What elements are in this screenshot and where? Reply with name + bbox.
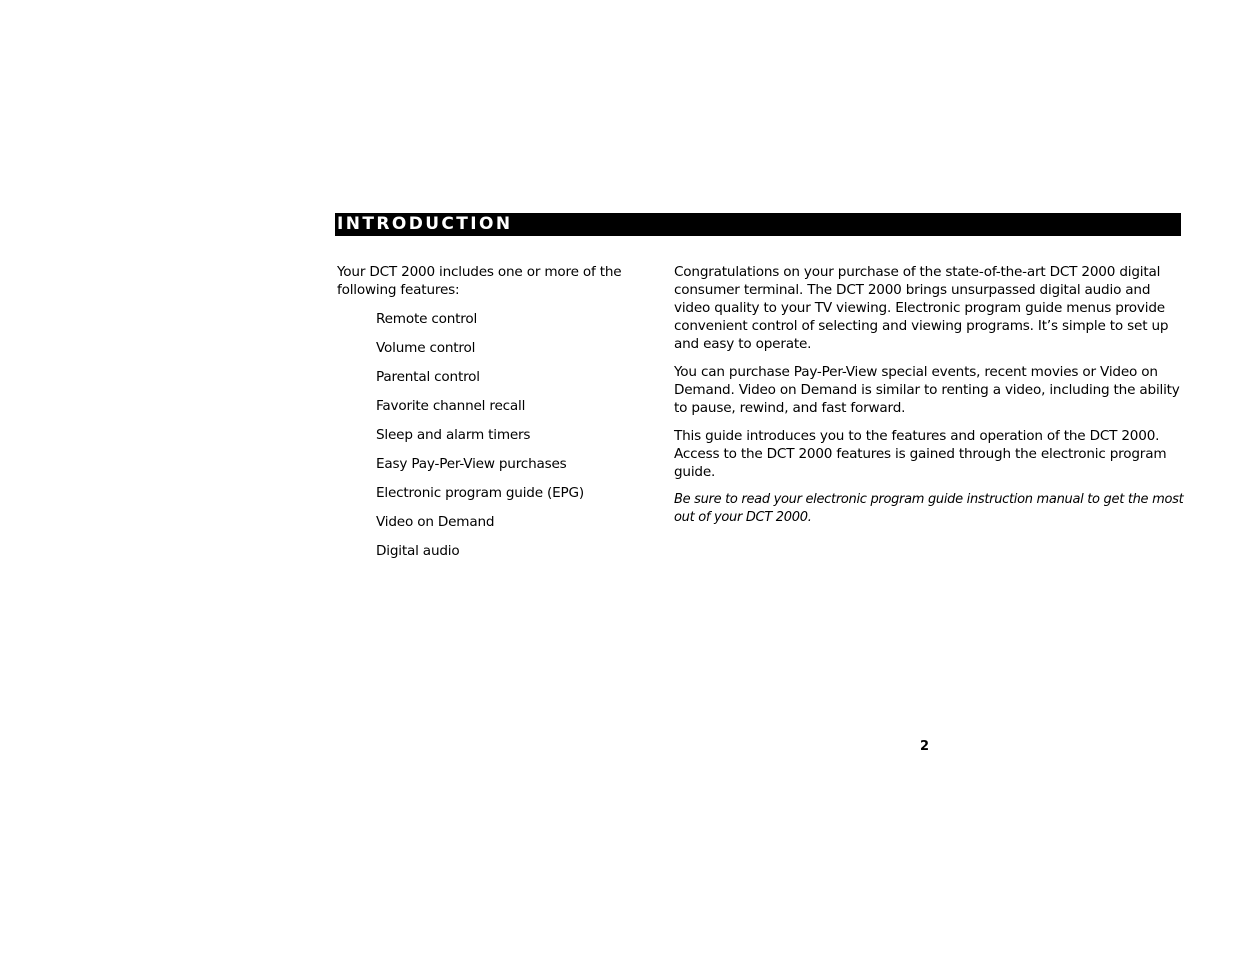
feature-item: Volume control xyxy=(376,340,476,356)
features-column: Your DCT 2000 includes one or more of th… xyxy=(337,263,637,559)
section-title: INTRODUCTION xyxy=(337,214,513,234)
section-header-bar: INTRODUCTION xyxy=(335,213,1181,236)
paragraph-congratulations: Congratulations on your purchase of the … xyxy=(674,264,1169,352)
feature-item: Parental control xyxy=(376,369,480,385)
feature-item: Favorite channel recall xyxy=(376,398,526,414)
reading-note: Be sure to read your electronic program … xyxy=(674,492,1184,525)
feature-item: Electronic program guide (EPG) xyxy=(376,485,584,501)
feature-list: Remote control Volume control Parental c… xyxy=(376,310,584,571)
features-intro: Your DCT 2000 includes one or more of th… xyxy=(337,264,622,298)
paragraph-pay-per-view: You can purchase Pay-Per-View special ev… xyxy=(674,364,1180,416)
feature-item: Video on Demand xyxy=(376,514,495,530)
description-column: Congratulations on your purchase of the … xyxy=(674,263,1184,537)
feature-item: Easy Pay-Per-View purchases xyxy=(376,456,567,472)
paragraph-guide-intro: This guide introduces you to the feature… xyxy=(674,428,1167,480)
feature-item: Digital audio xyxy=(376,543,460,559)
page-number: 2 xyxy=(920,739,930,754)
feature-item: Remote control xyxy=(376,311,478,327)
feature-item: Sleep and alarm timers xyxy=(376,427,531,443)
